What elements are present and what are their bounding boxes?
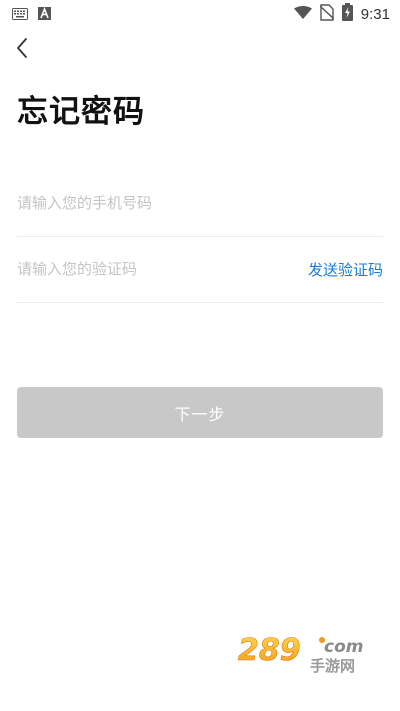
- forgot-password-screen: 9:31 忘记密码 发送验证码 下一步 289: [0, 0, 400, 711]
- code-field-row: 发送验证码: [17, 236, 383, 303]
- status-time: 9:31: [360, 5, 390, 23]
- next-button[interactable]: 下一步: [17, 387, 383, 438]
- battery-charging-icon: [341, 3, 353, 25]
- svg-text:手游网: 手游网: [310, 657, 355, 674]
- chevron-left-icon: [15, 37, 29, 63]
- watermark-logo: 289 com 手游网: [236, 630, 380, 675]
- status-bar: 9:31: [0, 0, 400, 28]
- svg-text:289: 289: [238, 633, 301, 668]
- status-bar-right: 9:31: [293, 3, 390, 25]
- svg-text:com: com: [324, 637, 363, 657]
- phone-field-row: [17, 170, 383, 237]
- phone-input[interactable]: [17, 188, 383, 218]
- back-button[interactable]: [10, 38, 34, 62]
- wifi-icon: [293, 5, 312, 24]
- page-title: 忘记密码: [17, 94, 145, 130]
- status-bar-left: [12, 5, 51, 24]
- a-notification-icon: [38, 5, 51, 24]
- no-sim-icon: [319, 3, 335, 25]
- send-code-button[interactable]: 发送验证码: [300, 259, 383, 280]
- keyboard-icon: [12, 5, 28, 24]
- verification-code-input[interactable]: [17, 254, 300, 284]
